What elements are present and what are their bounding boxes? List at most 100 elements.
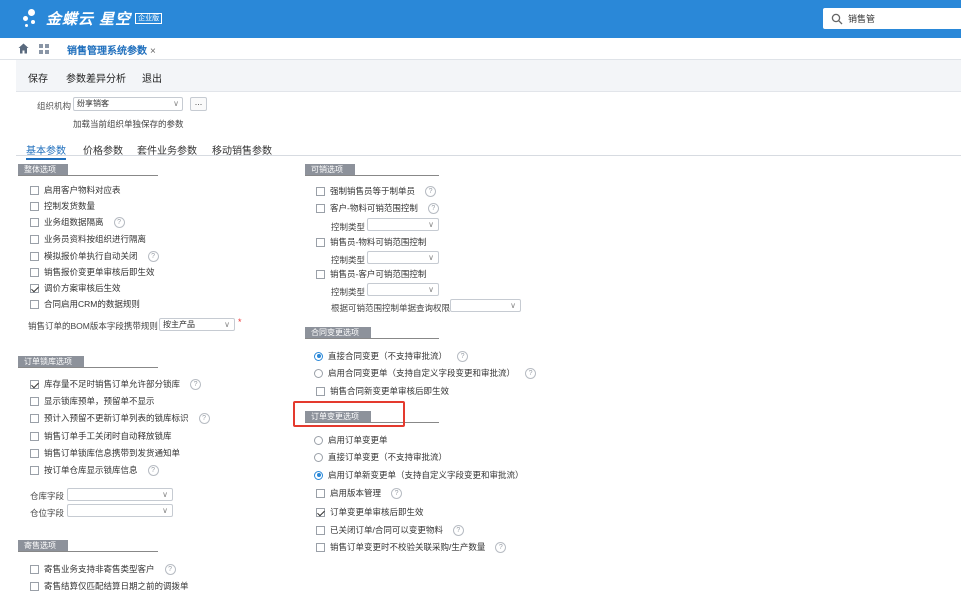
help-icon[interactable]: ? bbox=[164, 563, 176, 575]
tab-basic-params[interactable]: 基本参数 bbox=[26, 142, 66, 160]
radio-item[interactable]: 启用合同变更单（支持自定义字段变更和审批流）? bbox=[314, 367, 537, 379]
checkbox[interactable] bbox=[30, 581, 39, 591]
checkbox-checked[interactable] bbox=[316, 507, 325, 517]
help-icon[interactable]: ? bbox=[457, 350, 469, 362]
check-item[interactable]: 寄售结算仅匹配结算日期之前的调拨单 bbox=[30, 580, 189, 592]
help-icon[interactable]: ? bbox=[427, 202, 439, 214]
logo[interactable]: 金蝶云 星空 企业版 bbox=[22, 7, 163, 29]
checkbox-checked[interactable] bbox=[30, 379, 39, 389]
search-input[interactable] bbox=[848, 13, 958, 24]
help-icon[interactable]: ? bbox=[147, 464, 159, 476]
check-item[interactable]: 销售合同新变更单审核后即生效 bbox=[316, 385, 449, 397]
radio[interactable] bbox=[314, 368, 323, 378]
checkbox[interactable] bbox=[30, 217, 39, 227]
check-item[interactable]: 客户-物料可销范围控制? bbox=[316, 202, 439, 214]
radio[interactable] bbox=[314, 452, 323, 462]
checkbox[interactable] bbox=[30, 448, 39, 458]
check-item[interactable]: 销售员-物料可销范围控制 bbox=[316, 236, 426, 248]
check-item[interactable]: 订单变更单审核后即生效 bbox=[316, 506, 424, 518]
help-icon[interactable]: ? bbox=[190, 378, 202, 390]
radio-selected[interactable] bbox=[314, 470, 323, 480]
save-button[interactable]: 保存 bbox=[28, 70, 48, 85]
radio-item[interactable]: 直接合同变更（不支持审批流）? bbox=[314, 350, 469, 362]
checkbox[interactable] bbox=[30, 431, 39, 441]
global-search[interactable] bbox=[823, 8, 961, 29]
check-item[interactable]: 预计入预留不更新订单列表的锁库标识? bbox=[30, 412, 210, 424]
section-title: 合同变更选项 bbox=[305, 327, 371, 338]
check-item[interactable]: 销售报价变更单审核后即生效 bbox=[30, 266, 155, 278]
exit-button[interactable]: 退出 bbox=[142, 70, 162, 85]
help-icon[interactable]: ? bbox=[425, 185, 437, 197]
check-item[interactable]: 控制发货数量 bbox=[30, 200, 95, 212]
close-icon[interactable]: × bbox=[150, 46, 156, 57]
checkbox[interactable] bbox=[30, 185, 39, 195]
check-item[interactable]: 销售订单手工关闭时自动释放锁库 bbox=[30, 430, 172, 442]
check-label: 调价方案审核后生效 bbox=[44, 283, 121, 293]
check-item[interactable]: 启用客户物料对应表 bbox=[30, 184, 121, 196]
top-bar: 金蝶云 星空 企业版 bbox=[0, 0, 961, 38]
org-select[interactable]: 纷享销客 ∨ bbox=[73, 97, 183, 111]
warehouse-select[interactable]: ∨ bbox=[67, 488, 173, 501]
apps-grid-icon[interactable] bbox=[39, 44, 49, 54]
radio[interactable] bbox=[314, 435, 323, 445]
help-icon[interactable]: ? bbox=[147, 250, 159, 262]
checkbox[interactable] bbox=[30, 299, 39, 309]
check-item[interactable]: 显示锁库预单，预留单不显示 bbox=[30, 395, 155, 407]
checkbox[interactable] bbox=[30, 201, 39, 211]
search-icon[interactable] bbox=[831, 13, 843, 25]
control-type-select[interactable]: ∨ bbox=[367, 218, 439, 231]
checkbox[interactable] bbox=[316, 386, 325, 396]
check-item[interactable]: 启用版本管理? bbox=[316, 487, 403, 499]
radio-item[interactable]: 启用订单新变更单（支持自定义字段变更和审批流） bbox=[314, 469, 524, 481]
check-item[interactable]: 销售员-客户可销范围控制 bbox=[316, 268, 426, 280]
check-item[interactable]: 销售订单锁库信息携带到发货通知单 bbox=[30, 447, 180, 459]
checkbox[interactable] bbox=[316, 525, 325, 535]
tab-price-params[interactable]: 价格参数 bbox=[83, 142, 123, 157]
control-type-select[interactable]: ∨ bbox=[367, 283, 439, 296]
checkbox[interactable] bbox=[316, 237, 325, 247]
checkbox[interactable] bbox=[30, 564, 39, 574]
help-icon[interactable]: ? bbox=[525, 367, 537, 379]
checkbox[interactable] bbox=[316, 488, 325, 498]
radio-item[interactable]: 直接订单变更（不支持审批流） bbox=[314, 451, 447, 463]
tab-sales-params[interactable]: 销售管理系统参数 × bbox=[67, 42, 156, 62]
checkbox[interactable] bbox=[316, 542, 325, 552]
help-icon[interactable]: ? bbox=[452, 524, 464, 536]
radio-item[interactable]: 启用订单变更单 bbox=[314, 434, 388, 446]
checkbox[interactable] bbox=[30, 396, 39, 406]
tab-suite-params[interactable]: 套件业务参数 bbox=[137, 142, 197, 157]
check-item[interactable]: 模拟报价单执行自动关闭? bbox=[30, 250, 159, 262]
location-select[interactable]: ∨ bbox=[67, 504, 173, 517]
checkbox[interactable] bbox=[30, 251, 39, 261]
help-icon[interactable]: ? bbox=[391, 487, 403, 499]
check-item[interactable]: 已关闭订单/合同可以变更物料? bbox=[316, 524, 464, 536]
check-item[interactable]: 销售订单变更时不校验关联采购/生产数量? bbox=[316, 541, 507, 553]
check-item[interactable]: 合同启用CRM的数据规则 bbox=[30, 298, 140, 310]
check-item[interactable]: 调价方案审核后生效 bbox=[30, 282, 121, 294]
check-item[interactable]: 业务组数据隔离? bbox=[30, 216, 125, 228]
home-icon[interactable] bbox=[18, 43, 29, 54]
tab-mobile-params[interactable]: 移动销售参数 bbox=[212, 142, 272, 157]
checkbox[interactable] bbox=[30, 234, 39, 244]
checkbox-checked[interactable] bbox=[30, 283, 39, 293]
help-icon[interactable]: ? bbox=[495, 541, 507, 553]
checkbox[interactable] bbox=[316, 186, 325, 196]
query-permission-select[interactable]: ∨ bbox=[450, 299, 521, 312]
help-icon[interactable]: ? bbox=[198, 412, 210, 424]
check-item[interactable]: 按订单仓库显示锁库信息? bbox=[30, 464, 159, 476]
control-type-select[interactable]: ∨ bbox=[367, 251, 439, 264]
checkbox[interactable] bbox=[30, 267, 39, 277]
checkbox[interactable] bbox=[316, 203, 325, 213]
check-item[interactable]: 库存量不足时销售订单允许部分锁库? bbox=[30, 378, 202, 390]
checkbox[interactable] bbox=[30, 465, 39, 475]
checkbox[interactable] bbox=[316, 269, 325, 279]
checkbox[interactable] bbox=[30, 413, 39, 423]
org-more-button[interactable]: ... bbox=[190, 97, 207, 111]
radio-selected[interactable] bbox=[314, 351, 323, 361]
bom-rule-select[interactable]: 按主产品 ∨ bbox=[159, 318, 235, 331]
check-item[interactable]: 强制销售员等于制单员? bbox=[316, 185, 437, 197]
help-icon[interactable]: ? bbox=[113, 216, 125, 228]
check-item[interactable]: 寄售业务支持非寄售类型客户? bbox=[30, 563, 176, 575]
diff-analysis-button[interactable]: 参数差异分析 bbox=[66, 70, 126, 85]
check-item[interactable]: 业务员资料按组织进行隔离 bbox=[30, 233, 146, 245]
